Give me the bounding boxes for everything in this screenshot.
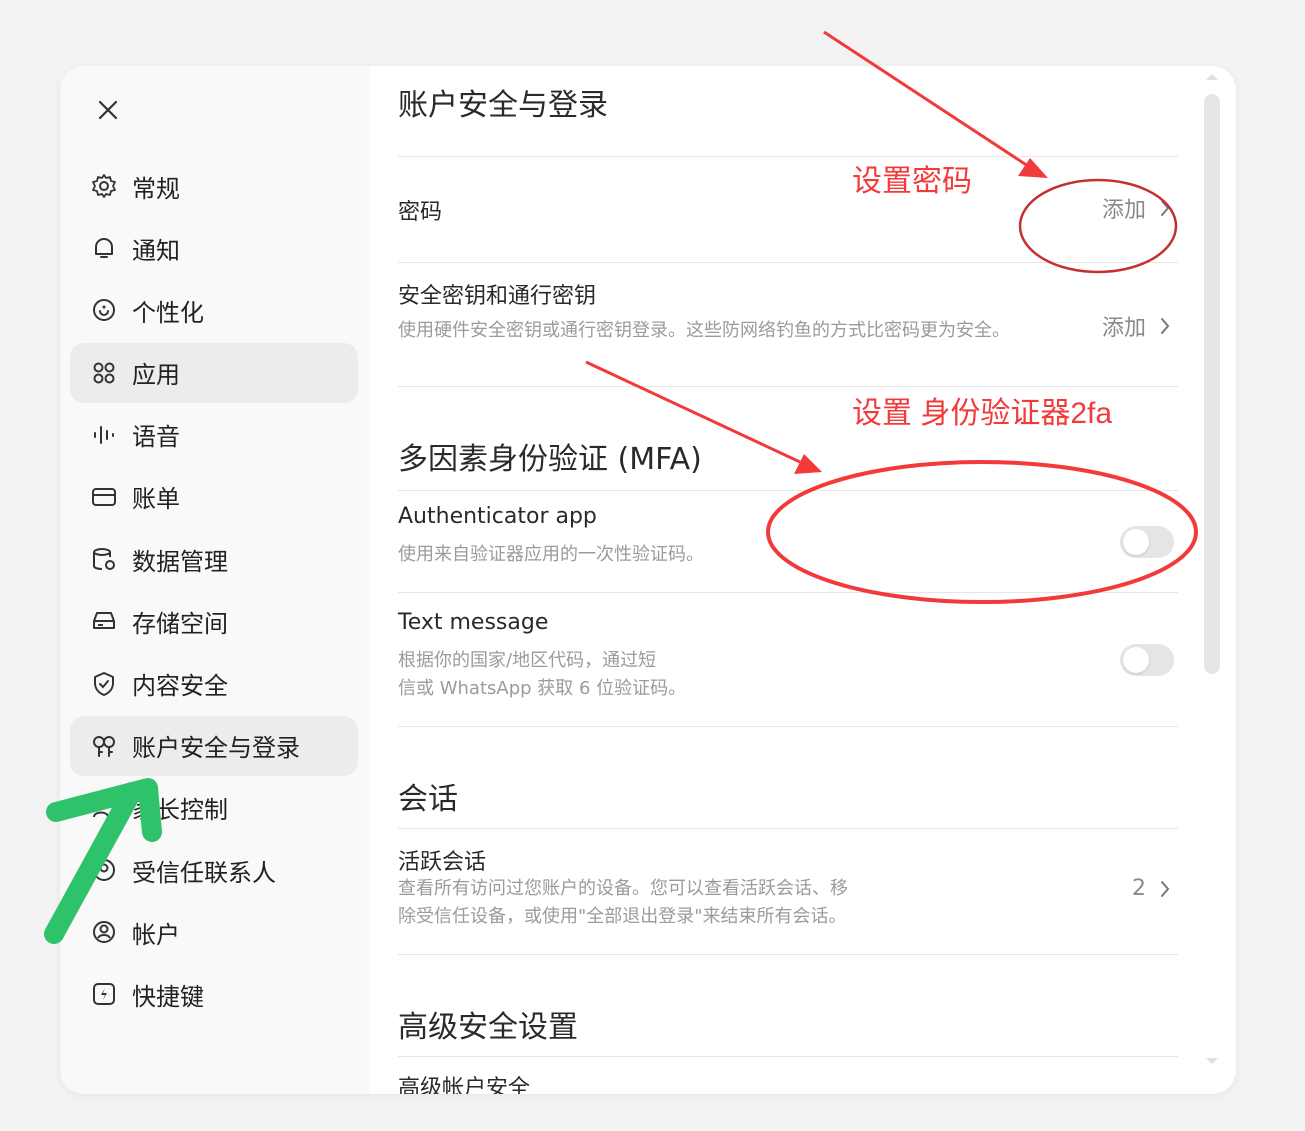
- red-arrow-password: [823, 30, 1048, 178]
- green-arrow-annotation: [44, 778, 162, 944]
- red-circle-mfa: [766, 460, 1198, 604]
- red-arrow-mfa: [585, 360, 822, 474]
- red-circle-password: [1018, 178, 1178, 274]
- annotation-overlay: [44, 30, 1198, 944]
